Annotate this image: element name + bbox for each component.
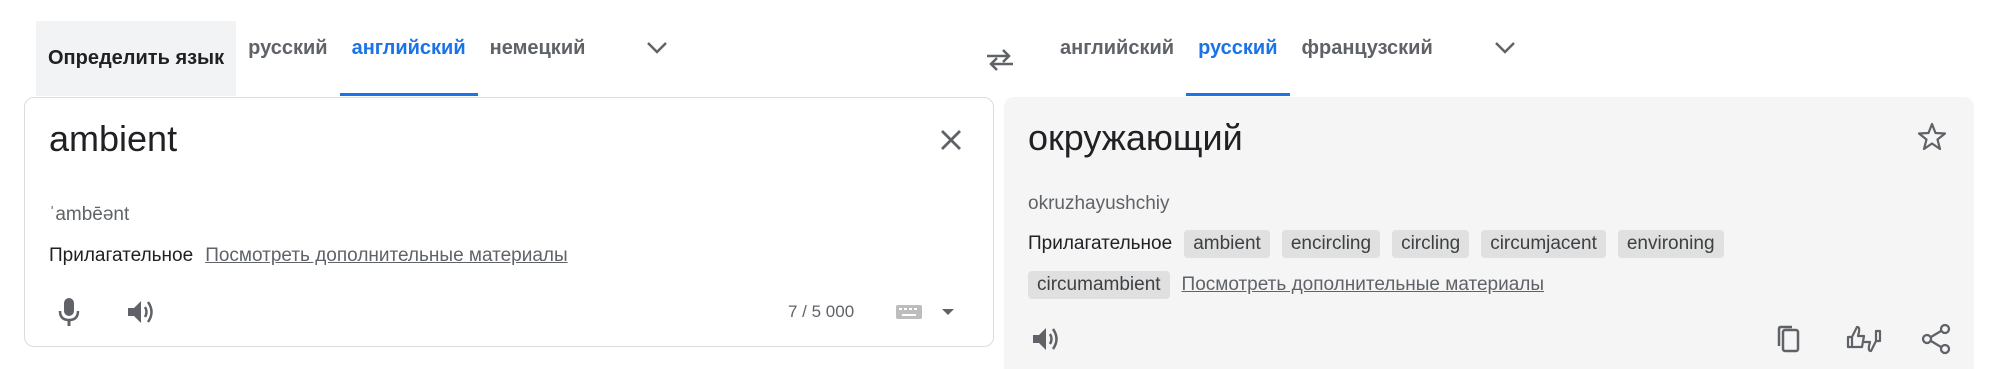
target-panel: окружающий okruzhayushchiy Прилагательно… <box>1004 97 1974 369</box>
tab-target-french[interactable]: французский <box>1290 0 1445 96</box>
voice-input-button[interactable] <box>45 288 93 336</box>
target-language-bar: английский русский французский <box>1000 0 1529 96</box>
source-language-more-button[interactable] <box>633 24 681 72</box>
target-language-more-button[interactable] <box>1481 24 1529 72</box>
save-translation-button[interactable] <box>1908 113 1956 161</box>
source-text-input[interactable]: ambient <box>49 118 177 160</box>
source-listen-button[interactable] <box>117 288 165 336</box>
source-pos-row: Прилагательное Посмотреть дополнительные… <box>49 245 568 267</box>
alternative-chip[interactable]: circumjacent <box>1481 230 1606 258</box>
alternative-chip[interactable]: encircling <box>1281 230 1381 258</box>
tab-source-german[interactable]: немецкий <box>478 0 598 96</box>
chevron-down-icon <box>1494 42 1515 54</box>
star-icon <box>1917 122 1947 151</box>
keyboard-button[interactable] <box>889 295 961 329</box>
translation-text: окружающий <box>1028 117 1243 158</box>
character-counter: 7 / 5 000 <box>788 302 855 321</box>
keyboard-icon <box>896 305 922 319</box>
target-more-link[interactable]: Посмотреть дополнительные материалы <box>1182 274 1544 296</box>
alternative-chip[interactable]: environing <box>1617 230 1724 258</box>
target-pos-row-2: circumambient Посмотреть дополнительные … <box>1028 271 1544 299</box>
source-part-of-speech: Прилагательное <box>49 245 194 266</box>
chevron-down-icon <box>942 309 954 315</box>
chevron-down-icon <box>647 42 668 54</box>
alternative-chip[interactable]: circumambient <box>1028 271 1170 299</box>
alternative-chip[interactable]: circling <box>1392 230 1470 258</box>
source-panel: ambient ˈambēənt Прилагательное Посмотре… <box>24 97 994 347</box>
share-translation-button[interactable] <box>1912 315 1960 363</box>
rate-translation-button[interactable] <box>1840 315 1888 363</box>
tab-source-english[interactable]: английский <box>339 0 478 96</box>
target-listen-button[interactable] <box>1022 315 1070 363</box>
target-part-of-speech: Прилагательное <box>1028 233 1173 254</box>
tab-target-russian[interactable]: русский <box>1186 0 1290 96</box>
speaker-icon <box>128 301 153 323</box>
mic-icon <box>58 298 80 326</box>
alternative-chip[interactable]: ambient <box>1184 230 1270 258</box>
source-more-link[interactable]: Посмотреть дополнительные материалы <box>205 245 567 267</box>
clear-source-button[interactable] <box>927 116 975 164</box>
source-language-bar: Определить язык русский английский немец… <box>36 0 681 96</box>
thumbs-icon <box>1846 325 1882 353</box>
copy-icon <box>1777 325 1800 353</box>
tab-target-english[interactable]: английский <box>1048 0 1186 96</box>
target-pos-row: Прилагательное ambient encircling circli… <box>1028 230 1724 258</box>
copy-translation-button[interactable] <box>1764 315 1812 363</box>
tab-source-russian[interactable]: русский <box>236 0 339 96</box>
share-icon <box>1921 323 1951 355</box>
source-transliteration: ˈambēənt <box>49 204 130 225</box>
tab-detect-language[interactable]: Определить язык <box>36 21 237 96</box>
speaker-icon <box>1033 328 1058 350</box>
close-icon <box>941 130 961 150</box>
target-transliteration: okruzhayushchiy <box>1028 193 1170 214</box>
